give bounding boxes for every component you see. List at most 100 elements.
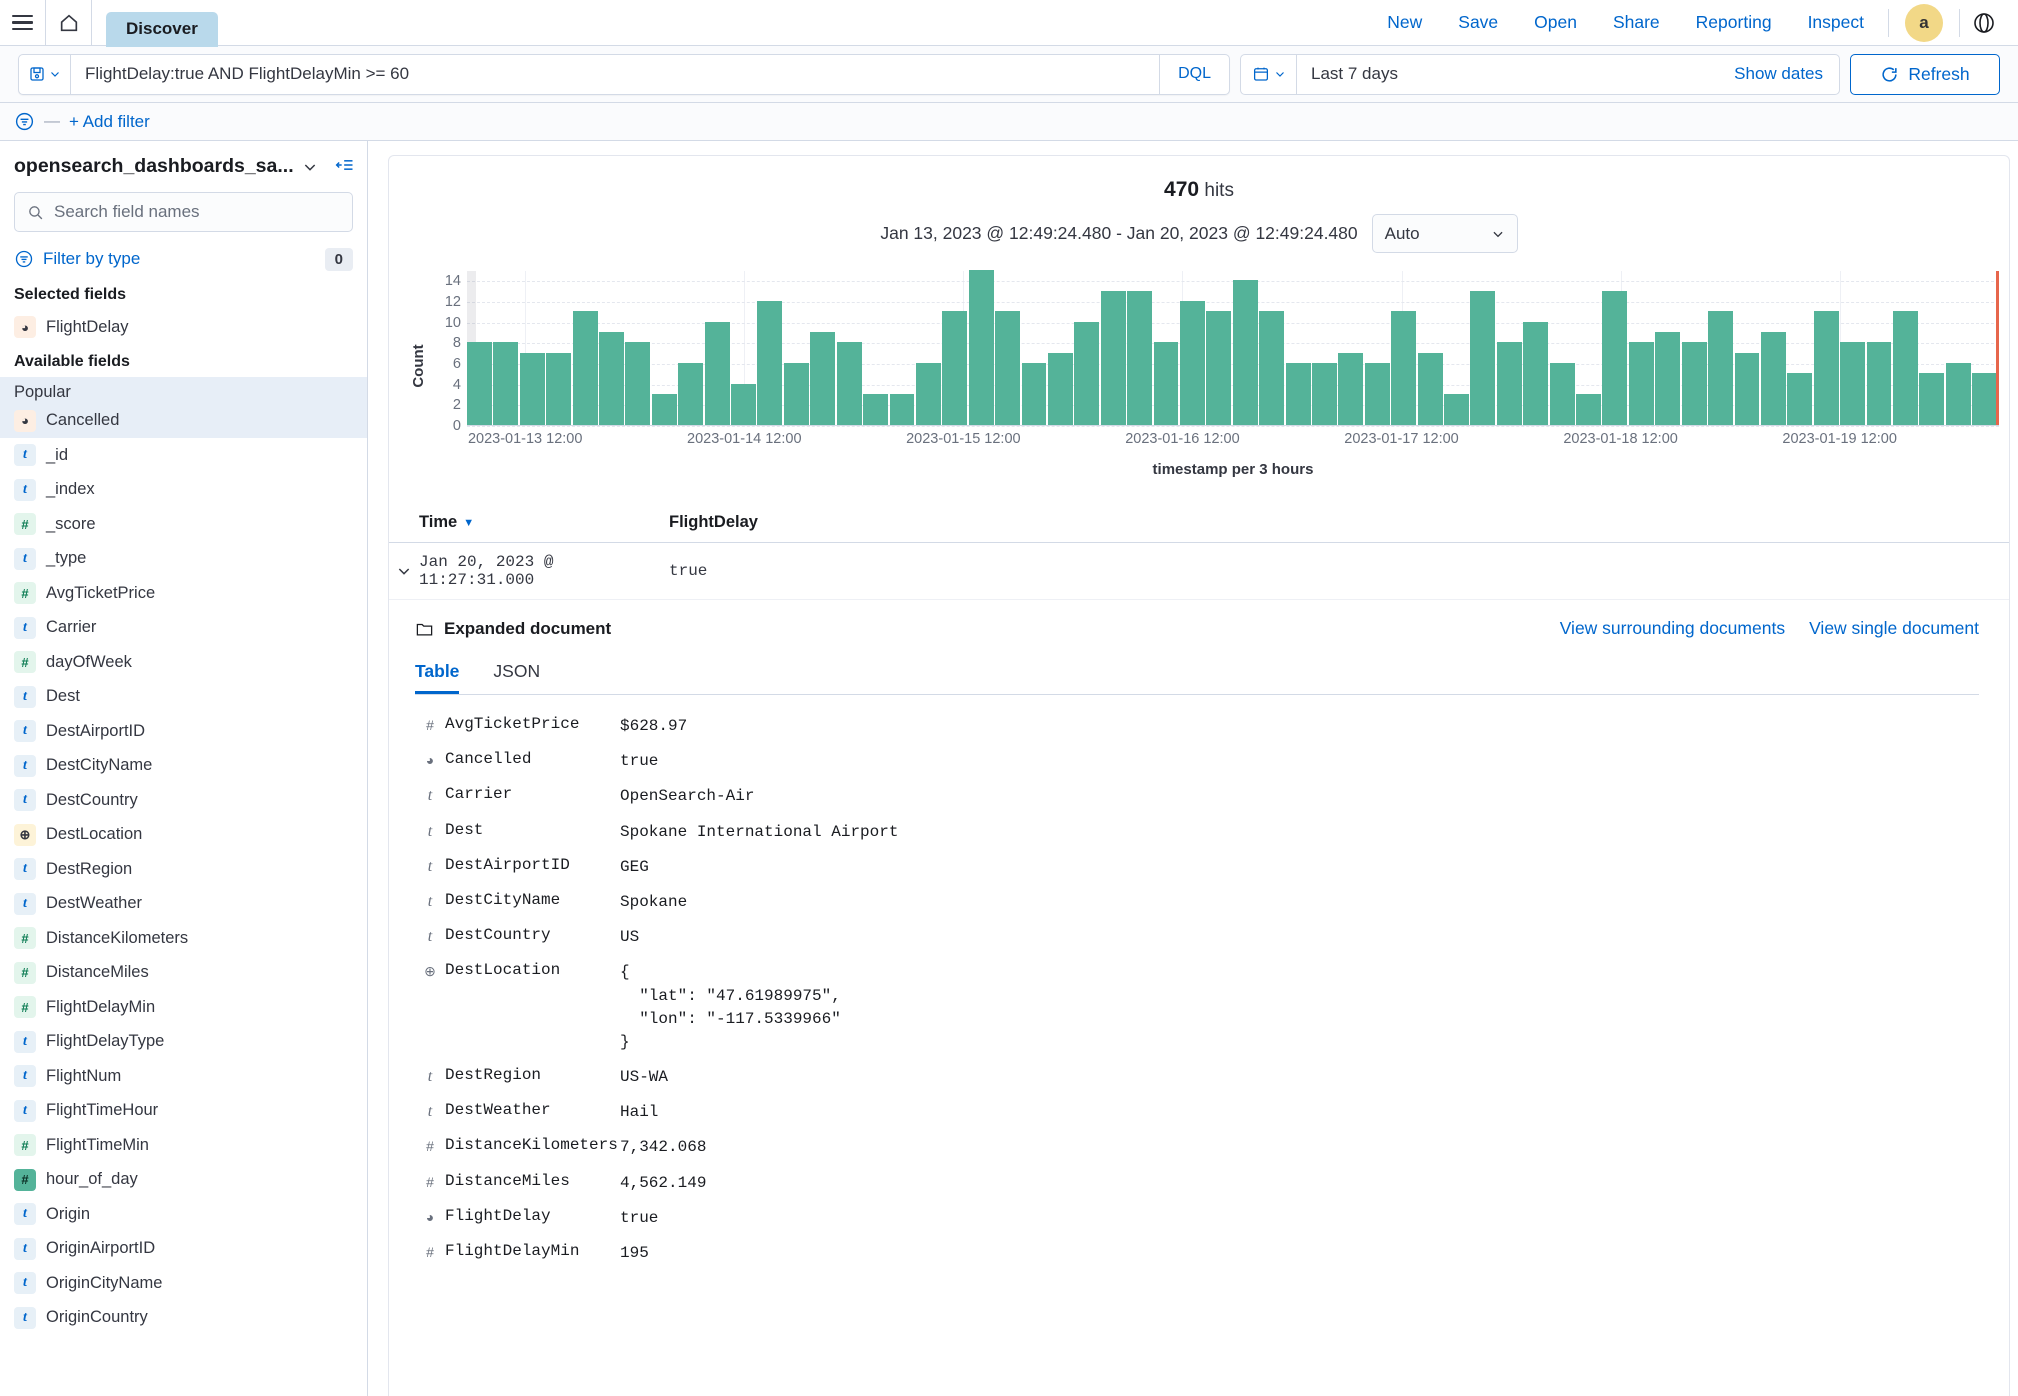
hamburger-menu-button[interactable] [0,0,46,46]
field-item-FlightNum[interactable]: t FlightNum [0,1059,367,1094]
app-tab-discover[interactable]: Discover [106,12,218,47]
date-quick-select-button[interactable] [1241,54,1297,94]
view-surrounding-documents-link[interactable]: View surrounding documents [1560,618,1785,639]
field-item-OriginCountry[interactable]: t OriginCountry [0,1301,367,1336]
histogram-bar[interactable] [1444,394,1469,425]
filter-icon[interactable] [14,111,35,132]
histogram-bar[interactable] [1338,352,1364,425]
histogram-bar[interactable] [1074,321,1100,425]
field-item-OriginCityName[interactable]: t OriginCityName [0,1266,367,1301]
histogram-bar[interactable] [1549,363,1575,425]
histogram-bar[interactable] [1892,311,1918,425]
saved-query-button[interactable] [19,54,71,94]
chart-plot-area[interactable] [467,270,1999,427]
column-header-flightdelay[interactable]: FlightDelay [669,513,758,532]
histogram-bar[interactable] [1496,342,1522,425]
histogram-bar[interactable] [757,301,783,425]
nav-open[interactable]: Open [1516,12,1595,33]
field-item-DestWeather[interactable]: t DestWeather [0,887,367,922]
tab-table[interactable]: Table [415,661,459,694]
nav-reporting[interactable]: Reporting [1678,12,1790,33]
field-item-hour_of_day[interactable]: # hour_of_day [0,1163,367,1198]
histogram-bar[interactable] [731,383,756,425]
histogram-bar[interactable] [1179,301,1205,425]
field-item-DistanceKilometers[interactable]: # DistanceKilometers [0,921,367,956]
field-item-Dest[interactable]: t Dest [0,680,367,715]
histogram-bar[interactable] [1470,290,1496,425]
search-input[interactable] [54,202,340,222]
query-language-button[interactable]: DQL [1159,54,1229,94]
field-item-DestCountry[interactable]: t DestCountry [0,783,367,818]
histogram-bar[interactable] [889,394,915,425]
histogram-bar[interactable] [1945,363,1971,425]
histogram-bar[interactable] [1127,290,1153,425]
histogram-bar[interactable] [1708,311,1733,425]
index-pattern-selector[interactable]: opensearch_dashboards_sa... [0,155,367,178]
collapse-panel-icon[interactable] [335,155,355,175]
histogram-bar[interactable] [467,342,492,425]
field-item-AvgTicketPrice[interactable]: # AvgTicketPrice [0,576,367,611]
help-circle-icon[interactable] [1972,11,1996,35]
histogram-bar[interactable] [1153,342,1179,425]
field-item-FlightTimeMin[interactable]: # FlightTimeMin [0,1128,367,1163]
histogram-bar[interactable] [1655,332,1681,425]
field-item-_type[interactable]: t _type [0,542,367,577]
histogram-bar[interactable] [1285,363,1311,425]
histogram-bar[interactable] [1628,342,1654,425]
field-item-FlightTimeHour[interactable]: t FlightTimeHour [0,1094,367,1129]
histogram-bar[interactable] [572,311,598,425]
interval-select[interactable]: Auto [1371,214,1518,253]
field-item-_score[interactable]: # _score [0,507,367,542]
field-item-DestCityName[interactable]: t DestCityName [0,749,367,784]
histogram-bar[interactable] [546,352,572,425]
histogram-bar[interactable] [915,363,941,425]
field-item-Cancelled[interactable]: ◕ Cancelled [0,404,367,439]
histogram-bar[interactable] [1760,332,1786,425]
field-item-_id[interactable]: t _id [0,438,367,473]
histogram-bar[interactable] [1417,352,1443,425]
histogram-bar[interactable] [678,363,704,425]
histogram-bar[interactable] [1787,373,1813,425]
nav-inspect[interactable]: Inspect [1790,12,1882,33]
field-item-DestRegion[interactable]: t DestRegion [0,852,367,887]
histogram-bar[interactable] [810,332,836,425]
histogram-bar[interactable] [1391,311,1417,425]
histogram-bar[interactable] [783,363,809,425]
histogram-bar[interactable] [1021,363,1047,425]
field-item-Origin[interactable]: t Origin [0,1197,367,1232]
histogram-bar[interactable] [1047,352,1073,425]
histogram-bar[interactable] [942,311,968,425]
histogram-bar[interactable] [651,394,677,425]
histogram-bar[interactable] [1100,290,1126,425]
histogram-bar[interactable] [704,321,730,425]
sort-descending-caret-icon[interactable]: ▼ [463,517,474,529]
field-item-DestLocation[interactable]: ⊕ DestLocation [0,818,367,853]
column-header-time[interactable]: Time ▼ [419,513,669,532]
search-input[interactable]: FlightDelay:true AND FlightDelayMin >= 6… [71,55,1159,94]
histogram-bar[interactable] [836,342,862,425]
histogram-bar[interactable] [1919,373,1945,425]
view-single-document-link[interactable]: View single document [1809,618,1979,639]
histogram-bar[interactable] [1259,311,1285,425]
histogram-bar[interactable] [625,342,651,425]
histogram-bar[interactable] [599,332,624,425]
histogram-bar[interactable] [1734,352,1760,425]
add-filter-button[interactable]: + Add filter [69,112,150,132]
filter-by-type-row[interactable]: Filter by type 0 [14,240,353,278]
field-item-DestAirportID[interactable]: t DestAirportID [0,714,367,749]
home-button[interactable] [46,0,92,46]
histogram-bar[interactable] [1972,373,1998,425]
field-item-FlightDelayMin[interactable]: # FlightDelayMin [0,990,367,1025]
histogram-bar[interactable] [995,311,1021,425]
field-item-_index[interactable]: t _index [0,473,367,508]
histogram-bar[interactable] [1206,311,1232,425]
histogram-bar[interactable] [1232,280,1258,425]
histogram-bar[interactable] [493,342,519,425]
row-expand-toggle[interactable] [389,563,419,579]
date-range-display[interactable]: Last 7 days [1297,55,1718,94]
nav-save[interactable]: Save [1440,12,1516,33]
nav-new[interactable]: New [1369,12,1440,33]
field-item-Carrier[interactable]: t Carrier [0,611,367,646]
avatar[interactable]: a [1905,3,1943,42]
histogram-bar[interactable] [1840,342,1866,425]
